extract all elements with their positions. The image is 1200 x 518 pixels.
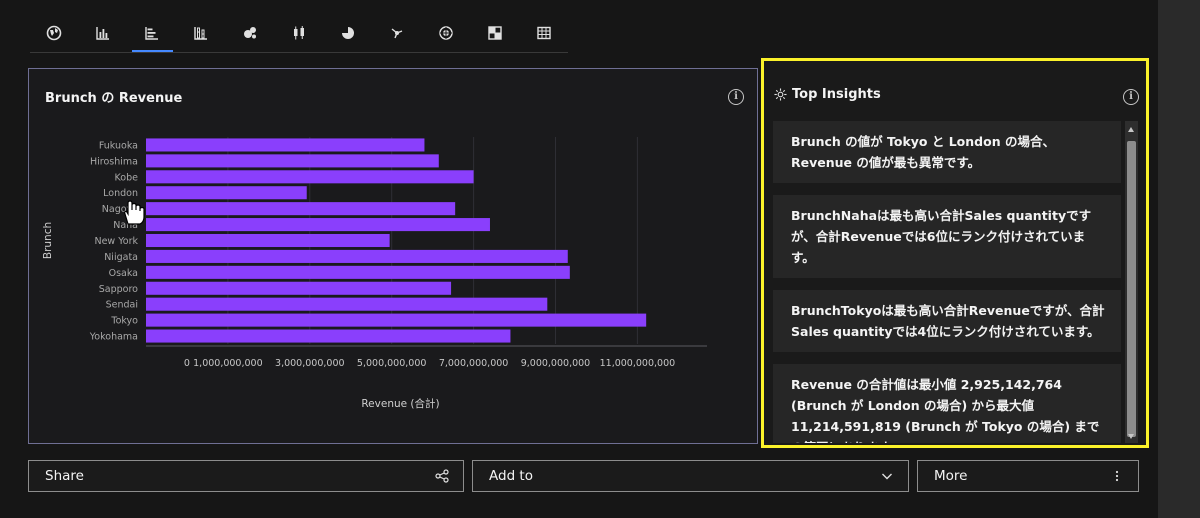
category-label: Fukuoka	[99, 140, 138, 151]
more-label: More	[934, 468, 968, 484]
overflow-menu-icon	[1115, 470, 1119, 482]
share-button[interactable]: Share	[28, 460, 464, 492]
bar[interactable]	[146, 281, 452, 295]
bar[interactable]	[146, 186, 307, 200]
y-axis-title: Brunch	[42, 222, 54, 259]
scroll-thumb[interactable]	[1127, 141, 1136, 437]
visualization-toolbar	[30, 14, 568, 53]
heatmap-icon[interactable]	[470, 14, 519, 51]
share-icon	[435, 469, 449, 483]
x-tick-label: 11,000,000,000	[600, 358, 676, 369]
category-label: Tokyo	[110, 316, 138, 327]
insight-card[interactable]: Brunch の値が Tokyo と London の場合、Revenue の値…	[773, 121, 1121, 183]
hand-cursor-icon	[124, 200, 145, 225]
category-label: New York	[94, 236, 138, 247]
bar[interactable]	[146, 313, 647, 327]
category-label: Sapporo	[99, 284, 138, 295]
bar-chart-icon[interactable]	[128, 14, 177, 52]
bar[interactable]	[146, 265, 570, 279]
boxplot-icon[interactable]	[275, 14, 324, 51]
top-insights-panel: Top Insights i Brunch の値が Tokyo と London…	[761, 58, 1149, 448]
globe-icon[interactable]	[30, 14, 79, 51]
x-tick-label: 1,000,000,000	[193, 358, 263, 369]
insight-card[interactable]: Revenue の合計値は最小値 2,925,142,764 (Brunch が…	[773, 364, 1121, 443]
insight-card[interactable]: BrunchTokyoは最も高い合計Revenueですが、合計Sales qua…	[773, 290, 1121, 352]
column-chart-icon[interactable]	[79, 14, 128, 51]
share-label: Share	[45, 468, 84, 484]
table-icon[interactable]	[519, 14, 568, 51]
insight-list: Brunch の値が Tokyo と London の場合、Revenue の値…	[773, 121, 1121, 443]
category-label: Niigata	[104, 252, 138, 263]
x-tick-label: 0	[184, 358, 190, 369]
window-edge	[1158, 0, 1200, 518]
insight-card[interactable]: BrunchNahaは最も高い合計Sales quantityですが、合計Rev…	[773, 195, 1121, 278]
scroll-up-icon[interactable]	[1128, 127, 1134, 132]
insights-scrollbar[interactable]	[1125, 121, 1138, 443]
bar[interactable]	[146, 249, 568, 263]
bar[interactable]	[146, 233, 390, 248]
bar[interactable]	[146, 297, 548, 311]
x-tick-label: 7,000,000,000	[439, 358, 509, 369]
category-label: Kobe	[115, 172, 139, 183]
stacked-bar-icon[interactable]	[177, 14, 226, 51]
sparkle-icon	[774, 88, 787, 101]
add-to-label: Add to	[489, 468, 533, 484]
bar[interactable]	[146, 218, 490, 232]
bubble-icon[interactable]	[226, 14, 275, 51]
category-label: Hiroshima	[90, 156, 138, 167]
more-button[interactable]: More	[917, 460, 1139, 492]
network-icon[interactable]	[372, 14, 421, 51]
x-tick-label: 5,000,000,000	[357, 358, 427, 369]
bar[interactable]	[146, 202, 456, 216]
insights-title: Top Insights	[792, 87, 881, 102]
radial-icon[interactable]	[323, 14, 372, 51]
chart-card: Brunch の Revenue i Fukuoka Hiroshima Kobe L…	[28, 68, 758, 444]
spiral-icon[interactable]	[421, 14, 470, 51]
bar[interactable]	[146, 329, 511, 343]
category-label: Yokohama	[89, 332, 138, 343]
x-tick-label: 9,000,000,000	[521, 358, 591, 369]
insights-info-icon[interactable]: i	[1123, 89, 1139, 105]
category-label: Sendai	[106, 300, 138, 311]
x-axis-title: Revenue (合計)	[361, 397, 439, 410]
insights-header: Top Insights	[774, 87, 881, 102]
category-label: Osaka	[109, 268, 138, 279]
bar[interactable]	[146, 170, 474, 184]
x-tick-label: 3,000,000,000	[275, 358, 345, 369]
add-to-dropdown[interactable]: Add to	[472, 460, 909, 492]
bar[interactable]	[146, 154, 439, 168]
bar[interactable]	[146, 138, 425, 152]
chevron-down-icon	[882, 473, 892, 480]
scroll-down-icon[interactable]	[1128, 434, 1134, 439]
bar-chart[interactable]: FukuokaHiroshimaKobeLondonNagoyaNahaNew …	[29, 69, 757, 443]
